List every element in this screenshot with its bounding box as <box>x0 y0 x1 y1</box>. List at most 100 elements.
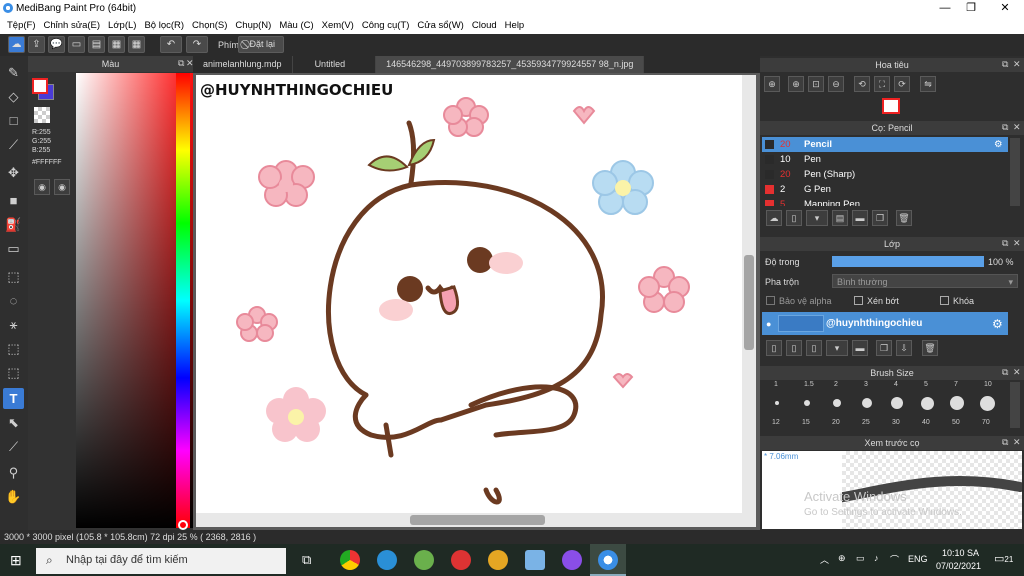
brush-item-pen[interactable]: 10 Pen <box>762 152 1008 167</box>
brush-size-option[interactable] <box>775 401 779 405</box>
close-button[interactable]: ✕ <box>986 0 1024 17</box>
clock-date[interactable]: 07/02/2021 <box>936 561 981 571</box>
brush-item-mapping-pen[interactable]: 5 Mapping Pen <box>762 197 1008 206</box>
chevron-up-icon[interactable]: ︿ <box>820 553 829 566</box>
brush-size-option[interactable] <box>891 397 903 409</box>
dropper-icon[interactable]: ⟋ <box>3 436 24 457</box>
brush-cloud-icon[interactable]: ☁ <box>766 210 782 226</box>
app-blue-icon[interactable] <box>525 550 545 570</box>
fit-icon[interactable]: ⊡ <box>808 76 824 92</box>
brush-size-close-icon[interactable]: ✕ <box>1013 367 1021 378</box>
page-icon[interactable]: ▤ <box>88 36 105 53</box>
select-pen-tool-icon[interactable]: ⬚ <box>3 338 24 359</box>
maximize-button[interactable]: ❐ <box>952 0 990 17</box>
primary-color-swatch[interactable] <box>32 78 48 94</box>
menu-snap[interactable]: Chụp(N) <box>232 17 276 34</box>
brush-close-icon[interactable]: ✕ <box>1013 122 1021 133</box>
navigator-float-icon[interactable]: ⧉ <box>1002 59 1008 70</box>
layer-float-icon[interactable]: ⧉ <box>1002 238 1008 249</box>
hue-slider[interactable] <box>176 73 190 528</box>
app-yellow-icon[interactable] <box>488 550 508 570</box>
vertical-scrollbar[interactable] <box>742 75 756 513</box>
app-green-icon[interactable] <box>414 550 434 570</box>
brush-size-option[interactable] <box>804 400 810 406</box>
brush-item-pencil[interactable]: 20 Pencil ⚙ <box>762 137 1008 152</box>
navigator-thumbnail[interactable] <box>882 98 900 114</box>
menu-color[interactable]: Màu (C) <box>276 17 318 34</box>
edge-icon[interactable] <box>377 550 397 570</box>
cloud-icon[interactable]: ☁ <box>8 36 25 53</box>
hand-tool-icon[interactable]: ✋ <box>3 486 24 507</box>
brush-size-option[interactable] <box>833 399 841 407</box>
menu-window[interactable]: Cửa sổ(W) <box>414 17 468 34</box>
comment-icon[interactable]: 💬 <box>48 36 65 53</box>
lock-checkbox[interactable] <box>940 296 949 305</box>
layout-icon[interactable]: ▦ <box>128 36 145 53</box>
vertical-scroll-thumb[interactable] <box>744 255 754 350</box>
zoom-in-2-icon[interactable]: ⊕ <box>788 76 804 92</box>
tab-doc-3[interactable]: 146546298_449703899783257_45359347799245… <box>376 56 645 73</box>
layer-merge-icon[interactable]: ⇩ <box>896 340 912 356</box>
fill-rect-tool-icon[interactable]: ■ <box>3 190 24 211</box>
preview-float-icon[interactable]: ⧉ <box>1002 437 1008 448</box>
select-eraser-tool-icon[interactable]: ⬚ <box>3 362 24 383</box>
layer-new-halftone-icon[interactable]: ▯ <box>786 340 802 356</box>
brush-folder-icon[interactable]: ▬ <box>852 210 868 226</box>
menu-tools[interactable]: Công cụ(T) <box>359 17 415 34</box>
notification-icon[interactable]: ▭21 <box>994 552 1013 565</box>
rotate-right-icon[interactable]: ⟳ <box>894 76 910 92</box>
flip-icon[interactable]: ⇋ <box>920 76 936 92</box>
undo-icon[interactable]: ↶ <box>160 36 182 53</box>
select-rect-tool-icon[interactable]: ⬚ <box>3 266 24 287</box>
messenger-icon[interactable] <box>562 550 582 570</box>
operation-tool-icon[interactable]: ⬉ <box>3 412 24 433</box>
brush-size-option[interactable] <box>920 396 934 410</box>
bucket-tool-icon[interactable]: ⛽ <box>3 214 24 235</box>
menu-file[interactable]: Tệp(F) <box>4 17 41 34</box>
brush-size-option[interactable] <box>979 395 995 411</box>
brush-delete-icon[interactable]: 🗑 <box>896 210 912 226</box>
menu-edit[interactable]: Chỉnh sửa(E) <box>41 17 106 34</box>
reset-button[interactable]: ⃠ Đặt lại <box>238 36 284 53</box>
drawing-canvas[interactable]: @HUYNHTHINGOCHIEU <box>196 75 742 513</box>
brush-size-scrollbar[interactable] <box>1010 382 1020 428</box>
protect-alpha-checkbox[interactable] <box>766 296 775 305</box>
layer-new-icon[interactable]: ▯ <box>766 340 782 356</box>
zoom-in-icon[interactable]: ⊕ <box>764 76 780 92</box>
network-icon[interactable]: ▭ <box>856 553 865 564</box>
float-icon[interactable]: ⧉ <box>178 58 184 69</box>
brush-new-icon[interactable]: ▯ <box>786 210 802 226</box>
layer-close-icon[interactable]: ✕ <box>1013 238 1021 249</box>
shape-tool-icon[interactable]: □ <box>3 110 24 131</box>
move-tool-icon[interactable]: ✥ <box>3 162 24 183</box>
horizontal-scrollbar[interactable] <box>196 513 756 527</box>
clock-time[interactable]: 10:10 SA <box>942 548 979 558</box>
brush-size-option[interactable] <box>950 396 964 410</box>
layer-folder-icon[interactable]: ▬ <box>852 340 868 356</box>
layer-duplicate-icon[interactable]: ❐ <box>876 340 892 356</box>
eyedropper-tool-icon[interactable]: ⚲ <box>3 462 24 483</box>
menu-select[interactable]: Chọn(S) <box>189 17 232 34</box>
hue-handle[interactable] <box>178 520 188 530</box>
brush-size-float-icon[interactable]: ⧉ <box>1002 367 1008 378</box>
redo-icon[interactable]: ↷ <box>186 36 208 53</box>
menu-layer[interactable]: Lớp(L) <box>105 17 141 34</box>
transparent-swatch[interactable] <box>34 107 50 123</box>
meet-icon[interactable]: ⊕ <box>838 553 846 564</box>
tab-doc-2[interactable]: Untitled <box>293 56 377 73</box>
preview-close-icon[interactable]: ✕ <box>1013 437 1021 448</box>
horizontal-scroll-thumb[interactable] <box>410 515 545 525</box>
fit-window-icon[interactable]: ⛶ <box>874 76 890 92</box>
layer-delete-icon[interactable]: 🗑 <box>922 340 938 356</box>
palette-icon[interactable]: ◉ <box>34 179 50 195</box>
rotate-left-icon[interactable]: ⟲ <box>854 76 870 92</box>
task-view-icon[interactable]: ⧉ <box>302 552 311 568</box>
layer-row[interactable]: ● @huynhthingochieu ⚙ <box>762 312 1008 335</box>
wifi-icon[interactable]: ⌒ <box>890 553 899 566</box>
menu-filter[interactable]: Bộ lọc(R) <box>141 17 189 34</box>
visibility-icon[interactable]: ● <box>766 319 771 329</box>
menu-cloud[interactable]: Cloud <box>469 17 502 34</box>
volume-icon[interactable]: ♪ <box>874 553 879 563</box>
chrome-icon[interactable] <box>340 550 360 570</box>
share-icon[interactable]: ⇪ <box>28 36 45 53</box>
